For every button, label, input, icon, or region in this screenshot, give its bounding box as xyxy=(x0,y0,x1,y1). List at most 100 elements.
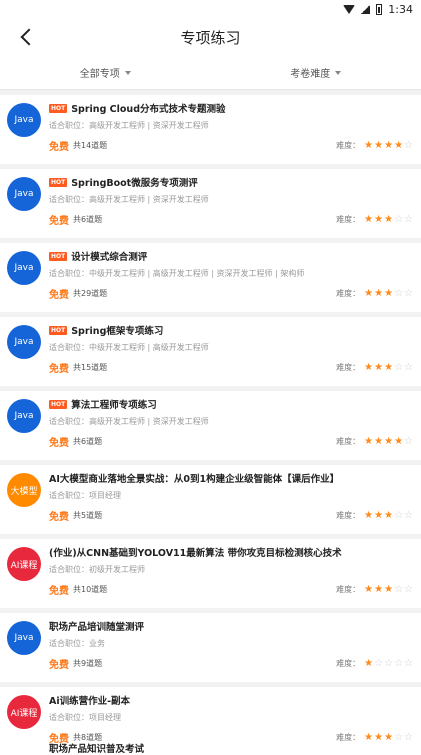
star-icon: ☆ xyxy=(394,585,403,595)
star-icon: ☆ xyxy=(394,215,403,225)
difficulty-rating: 难度： ★★★☆☆ xyxy=(336,510,413,521)
exam-card[interactable]: Java HOT 设计模式综合测评 适合职位：中级开发工程师 | 高级开发工程师… xyxy=(0,243,421,312)
filter-category-label: 全部专项 xyxy=(80,65,120,80)
price-label: 免费 xyxy=(49,286,69,301)
hot-badge: HOT xyxy=(49,252,67,261)
exam-card[interactable]: Java HOT Spring框架专项练习 适合职位：中级开发工程师 | 高级开… xyxy=(0,317,421,386)
hot-badge: HOT xyxy=(49,178,67,187)
star-icon: ★ xyxy=(374,733,383,743)
exam-title: 职场产品培训随堂测评 xyxy=(49,619,411,633)
star-icon: ★ xyxy=(374,215,383,225)
difficulty-label: 难度： xyxy=(336,214,360,225)
price-label: 免费 xyxy=(49,212,69,227)
filter-bar: 全部专项 考卷难度 xyxy=(0,56,421,90)
hot-badge: HOT xyxy=(49,104,67,113)
question-count: 共15道题 xyxy=(73,362,107,373)
exam-card[interactable]: Java HOT SpringBoot微服务专项测评 适合职位：高级开发工程师 … xyxy=(0,169,421,238)
difficulty-rating: 难度： ★★★☆☆ xyxy=(336,214,413,225)
star-icon: ★ xyxy=(384,733,393,743)
star-icon: ★ xyxy=(364,363,373,373)
star-icon: ★ xyxy=(364,733,373,743)
exam-card[interactable]: Java HOT 算法工程师专项练习 适合职位：高级开发工程师 | 资深开发工程… xyxy=(0,391,421,460)
star-icon: ★ xyxy=(374,511,383,521)
suitable-positions: 适合职位：初级开发工程师 xyxy=(49,564,145,575)
star-icon: ☆ xyxy=(394,511,403,521)
difficulty-label: 难度： xyxy=(336,362,360,373)
filter-difficulty-label: 考卷难度 xyxy=(290,65,330,80)
difficulty-label: 难度： xyxy=(336,436,360,447)
star-rating: ★★★★☆ xyxy=(364,437,413,447)
exam-card[interactable]: Java HOT Spring Cloud分布式技术专题测验 适合职位：高级开发… xyxy=(0,95,421,164)
price-label: 免费 xyxy=(49,434,69,449)
star-icon: ☆ xyxy=(394,733,403,743)
difficulty-label: 难度： xyxy=(336,584,360,595)
filter-category[interactable]: 全部专项 xyxy=(0,65,211,80)
star-icon: ★ xyxy=(394,437,403,447)
difficulty-rating: 难度： ★★★★☆ xyxy=(336,436,413,447)
course-avatar: AI课程 xyxy=(7,695,41,729)
hot-badge: HOT xyxy=(49,400,67,409)
star-icon: ★ xyxy=(364,437,373,447)
exam-title: HOT Spring框架专项练习 xyxy=(49,323,411,337)
question-count: 共9道题 xyxy=(73,658,102,669)
star-icon: ★ xyxy=(384,585,393,595)
star-icon: ★ xyxy=(364,511,373,521)
wifi-icon xyxy=(343,5,355,14)
dropdown-icon xyxy=(125,71,131,75)
difficulty-rating: 难度： ★★★☆☆ xyxy=(336,362,413,373)
difficulty-label: 难度： xyxy=(336,658,360,669)
exam-title: (作业)从CNN基础到YOLOV11最新算法 带你攻克目标检测核心技术 xyxy=(49,545,411,559)
dropdown-icon xyxy=(335,71,341,75)
star-icon: ★ xyxy=(394,141,403,151)
star-icon: ★ xyxy=(364,585,373,595)
back-icon[interactable] xyxy=(16,26,38,48)
exam-title: HOT 设计模式综合测评 xyxy=(49,249,411,263)
suitable-positions: 适合职位：中级开发工程师 | 高级开发工程师 xyxy=(49,342,209,353)
question-count: 共6道题 xyxy=(73,214,102,225)
course-avatar: Java xyxy=(7,177,41,211)
status-bar: 1:34 xyxy=(0,0,421,18)
star-rating: ★★★☆☆ xyxy=(364,585,413,595)
course-avatar: Java xyxy=(7,325,41,359)
star-icon: ☆ xyxy=(394,659,403,669)
exam-card[interactable]: AI课程 (作业)从CNN基础到YOLOV11最新算法 带你攻克目标检测核心技术… xyxy=(0,539,421,608)
question-count: 共14道题 xyxy=(73,140,107,151)
difficulty-label: 难度： xyxy=(336,732,360,743)
question-count: 共5道题 xyxy=(73,510,102,521)
exam-card[interactable]: 大模型 AI大模型商业落地全景实战：从0到1构建企业级智能体【课后作业】 适合职… xyxy=(0,465,421,534)
star-icon: ☆ xyxy=(374,659,383,669)
star-rating: ★★★☆☆ xyxy=(364,363,413,373)
course-avatar: Java xyxy=(7,103,41,137)
star-icon: ★ xyxy=(364,215,373,225)
star-icon: ★ xyxy=(384,141,393,151)
page-title: 专项练习 xyxy=(180,27,240,48)
course-avatar: AI课程 xyxy=(7,547,41,581)
exam-title: HOT Spring Cloud分布式技术专题测验 xyxy=(49,101,411,115)
difficulty-label: 难度： xyxy=(336,288,360,299)
star-rating: ★★★★☆ xyxy=(364,141,413,151)
suitable-positions: 适合职位：项目经理 xyxy=(49,712,121,723)
course-avatar: 大模型 xyxy=(7,473,41,507)
star-icon: ☆ xyxy=(404,511,413,521)
price-label: 免费 xyxy=(49,508,69,523)
exam-meta: 免费 共29道题 难度： ★★★☆☆ xyxy=(49,286,413,301)
price-label: 免费 xyxy=(49,360,69,375)
star-icon: ☆ xyxy=(404,141,413,151)
suitable-positions: 适合职位：高级开发工程师 | 资深开发工程师 xyxy=(49,194,209,205)
star-icon: ★ xyxy=(364,659,373,669)
filter-difficulty[interactable]: 考卷难度 xyxy=(211,65,421,80)
star-rating: ★★★☆☆ xyxy=(364,289,413,299)
course-avatar: Java xyxy=(7,621,41,655)
exam-card[interactable]: Java 职场产品培训随堂测评 适合职位：业务 免费 共9道题 难度： ★☆☆☆… xyxy=(0,613,421,682)
exam-meta: 免费 共9道题 难度： ★☆☆☆☆ xyxy=(49,656,413,671)
star-icon: ★ xyxy=(384,363,393,373)
exam-meta: 免费 共15道题 难度： ★★★☆☆ xyxy=(49,360,413,375)
suitable-positions: 适合职位：项目经理 xyxy=(49,490,121,501)
star-icon: ☆ xyxy=(384,659,393,669)
question-count: 共6道题 xyxy=(73,436,102,447)
star-icon: ★ xyxy=(384,511,393,521)
top-bar: 专项练习 xyxy=(0,18,421,56)
suitable-positions: 适合职位：高级开发工程师 | 资深开发工程师 xyxy=(49,120,209,131)
course-avatar: Java xyxy=(7,399,41,433)
exam-title: AI大模型商业落地全景实战：从0到1构建企业级智能体【课后作业】 xyxy=(49,471,411,485)
